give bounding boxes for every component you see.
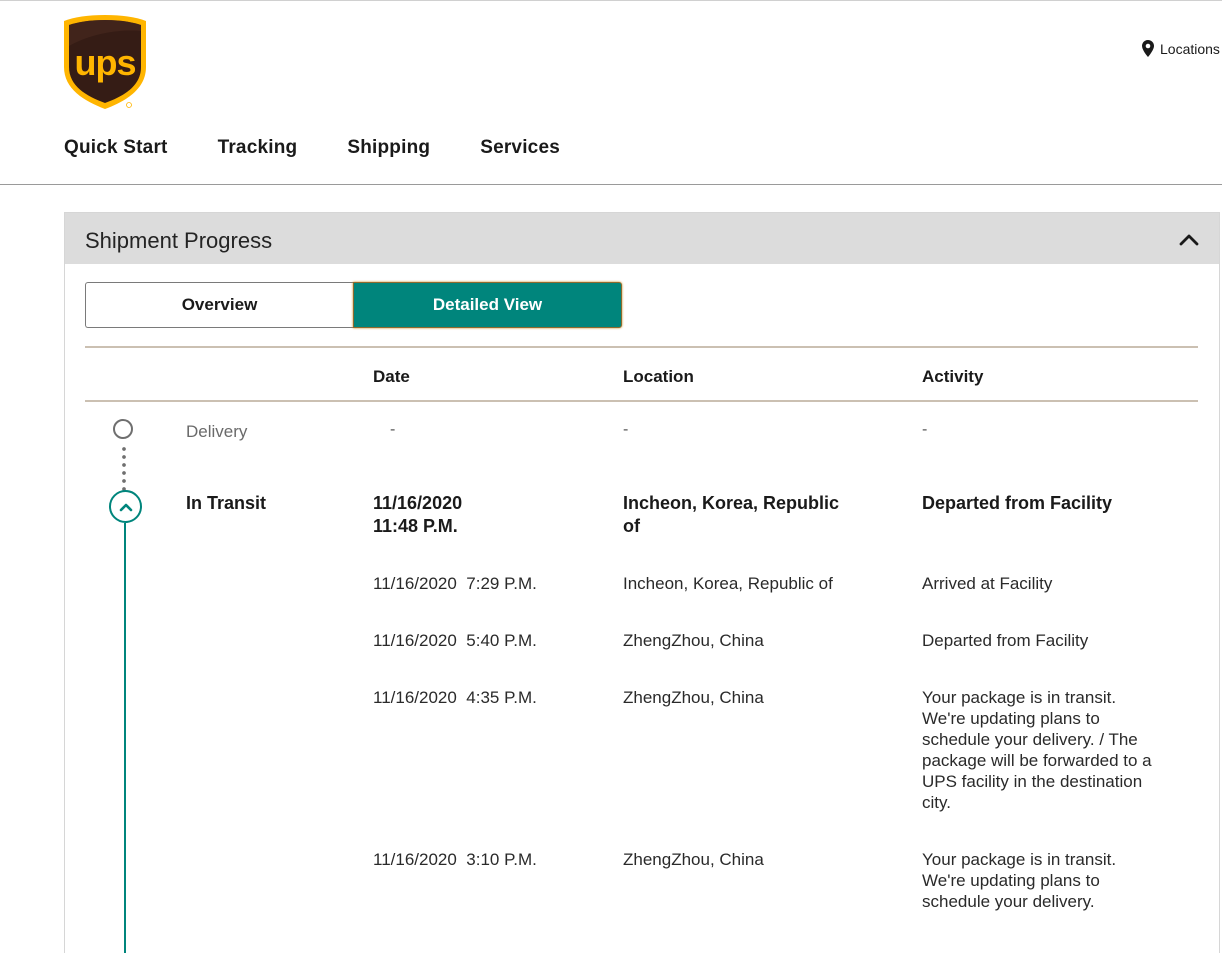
nav-services[interactable]: Services — [480, 137, 560, 159]
event-activity-line: Arrived at Facility — [922, 574, 1053, 593]
event-location: ZhengZhou, China — [623, 631, 764, 650]
delivery-location: - — [623, 421, 629, 438]
nav-tracking[interactable]: Tracking — [218, 137, 298, 159]
stage-label-delivery: Delivery — [186, 422, 248, 441]
event-activity: Arrived at Facility — [922, 573, 1052, 594]
event-activity: Your package is in transit. We're updati… — [922, 849, 1116, 912]
event-location: ZhengZhou, China — [623, 850, 764, 869]
in-transit-location-line1: Incheon, Korea, Republic — [623, 493, 840, 513]
shipment-progress-panel: Shipment Progress Overview Detailed View… — [64, 212, 1220, 953]
table-header-rule — [85, 400, 1198, 402]
locations-label: Locations — [1160, 40, 1220, 57]
event-activity-line: city. — [922, 793, 951, 812]
chevron-up-icon[interactable] — [1177, 229, 1201, 249]
detailed-view-button[interactable]: Detailed View — [353, 282, 622, 328]
nav-quick-start[interactable]: Quick Start — [64, 137, 168, 159]
event-date: 11/16/2020 5:40 P.M. — [373, 631, 537, 650]
delivery-activity: - — [922, 421, 928, 438]
event-activity-line: Your package is in transit. — [922, 688, 1117, 707]
timeline-empty-circle-icon — [113, 419, 133, 439]
in-transit-location: Incheon, Korea, Republic of — [623, 492, 839, 538]
event-activity-line: Departed from Facility — [922, 631, 1089, 650]
event-activity-line: package will be forwarded to a — [922, 751, 1152, 770]
ups-logo-text: ups — [74, 42, 135, 83]
panel-header[interactable]: Shipment Progress — [65, 213, 1219, 264]
main-nav: Quick Start Tracking Shipping Services — [64, 137, 610, 159]
event-activity-line: schedule your delivery. / The — [922, 730, 1138, 749]
event-activity-line: We're updating plans to — [922, 709, 1100, 728]
overview-button[interactable]: Overview — [85, 282, 353, 328]
delivery-date: - — [390, 421, 396, 438]
event-location: ZhengZhou, China — [623, 688, 764, 707]
event-location: Incheon, Korea, Republic of — [623, 574, 833, 593]
map-pin-icon — [1142, 40, 1154, 57]
table-top-rule — [85, 346, 1198, 348]
column-header-date: Date — [373, 367, 410, 386]
event-activity-line: We're updating plans to — [922, 871, 1100, 890]
timeline-dotted-connector — [122, 445, 126, 495]
event-date: 11/16/2020 7:29 P.M. — [373, 574, 537, 593]
event-activity: Departed from Facility — [922, 630, 1088, 651]
nav-divider — [0, 184, 1222, 185]
panel-title: Shipment Progress — [85, 228, 273, 253]
stage-label-in-transit: In Transit — [186, 493, 267, 513]
in-transit-date-time: 11:48 P.M. — [373, 516, 458, 536]
ups-logo[interactable]: ups — [62, 13, 148, 111]
nav-shipping[interactable]: Shipping — [347, 137, 430, 159]
in-transit-date-day: 11/16/2020 — [373, 493, 463, 513]
in-transit-location-line2: of — [623, 516, 640, 536]
timeline-active-line — [124, 523, 126, 953]
in-transit-activity: Departed from Facility — [922, 493, 1113, 513]
event-date: 11/16/2020 4:35 P.M. — [373, 688, 537, 707]
column-header-location: Location — [623, 367, 694, 386]
event-activity-line: UPS facility in the destination — [922, 772, 1143, 791]
event-activity: Your package is in transit. We're updati… — [922, 687, 1152, 813]
event-activity-line: schedule your delivery. — [922, 892, 1095, 911]
locations-link[interactable]: Locations — [1142, 40, 1220, 57]
top-border — [0, 0, 1222, 1]
timeline-chevron-up-icon[interactable] — [109, 490, 142, 523]
view-toggle: Overview Detailed View — [85, 282, 622, 328]
in-transit-date: 11/16/2020 11:48 P.M. — [373, 492, 462, 538]
event-activity-line: Your package is in transit. — [922, 850, 1117, 869]
column-header-activity: Activity — [922, 367, 984, 386]
event-date: 11/16/2020 3:10 P.M. — [373, 850, 537, 869]
